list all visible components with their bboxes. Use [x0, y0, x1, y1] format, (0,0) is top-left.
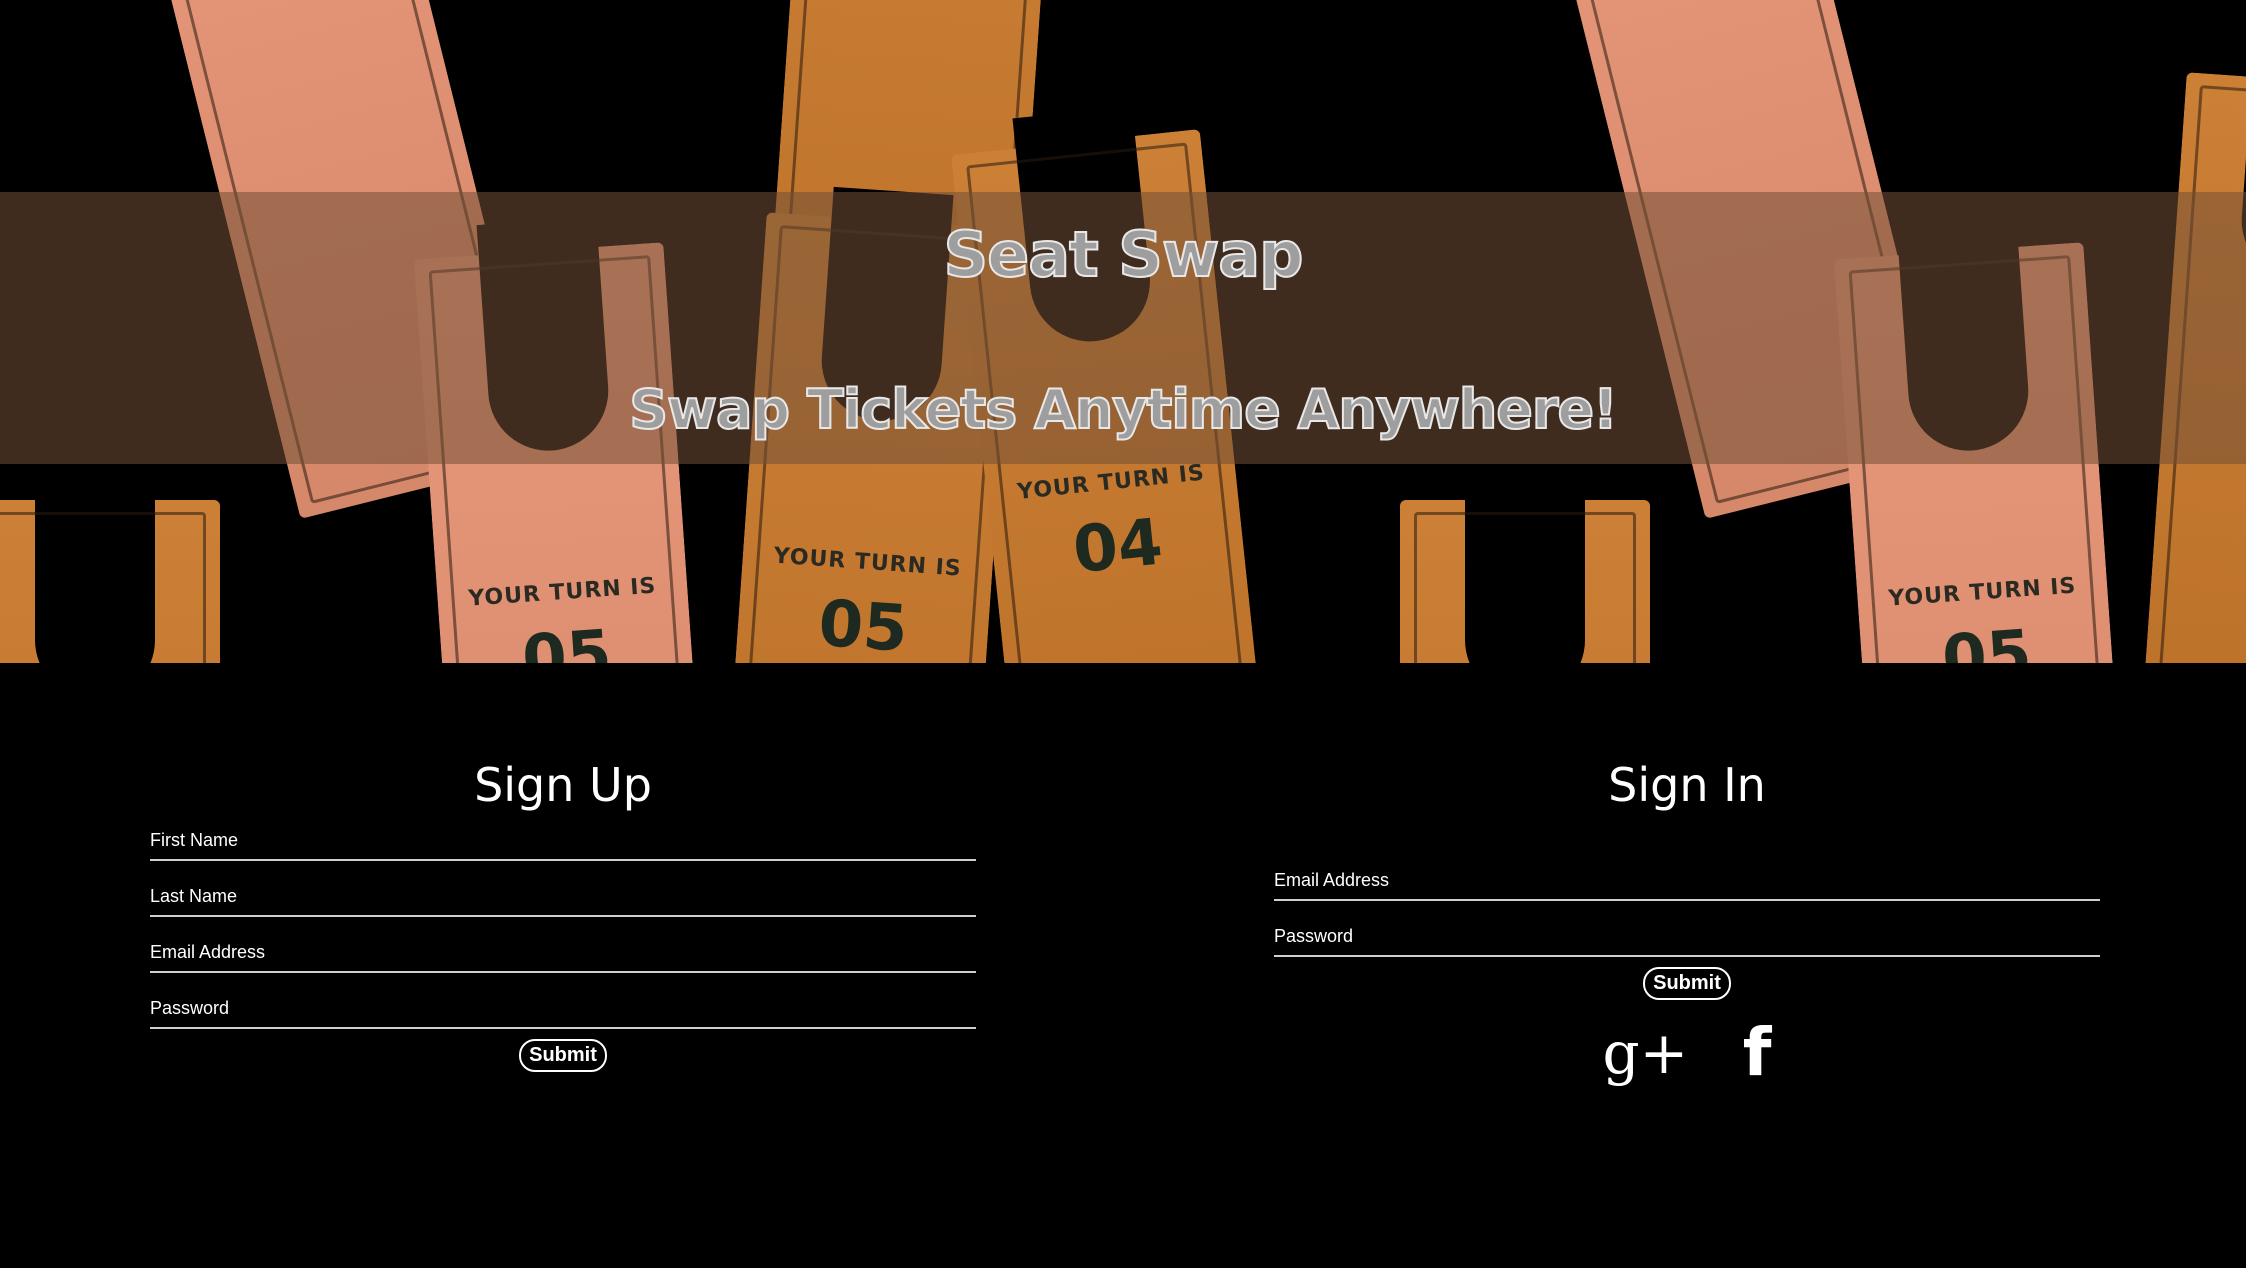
signin-email-field: [1274, 815, 2100, 901]
signin-password-input[interactable]: [1274, 926, 2100, 947]
site-title: Seat Swap: [943, 217, 1305, 292]
signin-heading: Sign In: [1608, 758, 1766, 812]
social-login: g+ f: [1274, 1014, 2100, 1091]
site-tagline: Swap Tickets Anytime Anywhere!: [628, 377, 1619, 442]
signin-email-input[interactable]: [1274, 870, 2100, 891]
hero-banner: YOUR TURN IS 05 YOUR TURN IS 05 YOUR TUR…: [0, 0, 2246, 663]
signup-submit-wrap: Submit: [150, 1039, 976, 1072]
signin-form: Sign In Submit g+ f: [1274, 755, 2100, 1091]
ticket-image: [1400, 470, 1650, 663]
signup-form: Sign Up Submit: [150, 755, 976, 1072]
first-name-input[interactable]: [150, 830, 976, 851]
last-name-input[interactable]: [150, 886, 976, 907]
signup-heading: Sign Up: [474, 758, 652, 812]
signin-submit-button[interactable]: Submit: [1643, 967, 1731, 1000]
signup-submit-button[interactable]: Submit: [519, 1039, 607, 1072]
signup-email-input[interactable]: [150, 942, 976, 963]
signup-password-field: [150, 973, 976, 1029]
signin-password-field: [1274, 901, 2100, 957]
signup-email-field: [150, 917, 976, 973]
ticket-image: [0, 470, 220, 663]
signup-password-input[interactable]: [150, 998, 976, 1019]
first-name-field: [150, 815, 976, 861]
last-name-field: [150, 861, 976, 917]
facebook-icon[interactable]: f: [1743, 1014, 1772, 1091]
google-plus-icon[interactable]: g+: [1603, 1019, 1689, 1087]
signin-submit-wrap: Submit: [1274, 967, 2100, 1000]
